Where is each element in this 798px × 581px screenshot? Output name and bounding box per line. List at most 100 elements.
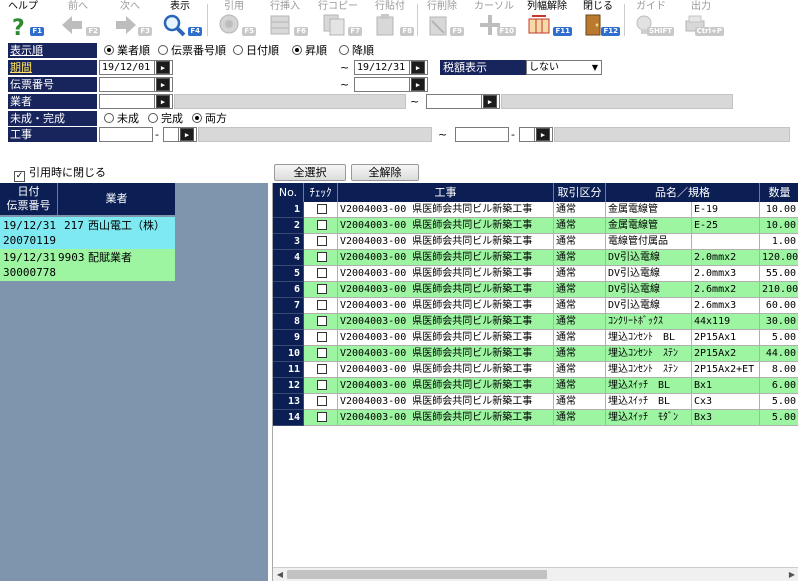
cursor-button[interactable]: カーソル F10 (474, 0, 516, 40)
scroll-right-icon[interactable]: ▶ (785, 568, 798, 581)
row-checkbox[interactable] (316, 396, 327, 406)
row-paste-button[interactable]: 行貼付 F8 (368, 0, 414, 40)
tax-select[interactable]: しない ▼ (526, 60, 602, 75)
row-checkbox[interactable] (316, 204, 327, 214)
table-row[interactable]: 11 V2004003-00 県医師会共同ビル新築工事 通常 埋込ｺﾝｾﾝﾄ ｽﾃﾝ 2… (273, 362, 798, 378)
table-row[interactable]: 2 V2004003-00 県医師会共同ビル新築工事 通常 金属電線管 E-25 10.0… (273, 218, 798, 234)
cell-qty: 6.00 (760, 378, 798, 394)
status-incomplete-label: 未成 (117, 112, 139, 125)
row-checkbox[interactable] (316, 220, 327, 230)
row-checkbox[interactable] (316, 332, 327, 342)
guide-button[interactable]: ガイド SHIFT (630, 0, 674, 40)
slip-to-input[interactable] (354, 77, 410, 92)
row-checkbox[interactable] (316, 284, 327, 294)
select-all-button[interactable]: 全選択 (274, 164, 346, 181)
table-row[interactable]: 5 V2004003-00 県医師会共同ビル新築工事 通常 DV引込電線 2.0mmx3… (273, 266, 798, 282)
status-complete-radio[interactable]: 完成 (148, 112, 183, 125)
construction-from-input[interactable] (99, 127, 153, 142)
table-row[interactable]: 14 V2004003-00 県医師会共同ビル新築工事 通常 埋込ｽｲｯﾁ ﾓﾀﾞﾝ B… (273, 410, 798, 426)
row-checkbox[interactable] (316, 380, 327, 390)
chevron-right-icon[interactable]: ▶ (156, 95, 170, 108)
order-date-radio[interactable]: 日付順 (233, 44, 279, 57)
table-row[interactable]: 13 V2004003-00 県医師会共同ビル新築工事 通常 埋込ｽｲｯﾁ BL Cx3… (273, 394, 798, 410)
checkbox-checked-icon: ✓ (14, 171, 25, 182)
table-row[interactable]: 12 V2004003-00 県医師会共同ビル新築工事 通常 埋込ｽｲｯﾁ BL Bx1… (273, 378, 798, 394)
output-button[interactable]: 出力 Ctrl+P (680, 0, 724, 40)
chevron-right-icon[interactable]: ▶ (536, 128, 550, 141)
order-vendor-label: 業者順 (117, 44, 150, 57)
table-row[interactable]: 1 V2004003-00 県医師会共同ビル新築工事 通常 金属電線管 E-19 10.0… (273, 202, 798, 218)
table-row[interactable]: 6 V2004003-00 県医師会共同ビル新築工事 通常 DV引込電線 2.6mmx2… (273, 282, 798, 298)
table-row[interactable]: 10 V2004003-00 県医師会共同ビル新築工事 通常 埋込ｺﾝｾﾝﾄ ｽﾃﾝ 2… (273, 346, 798, 362)
order-asc-radio[interactable]: 昇順 (292, 44, 327, 57)
order-slip-radio[interactable]: 伝票番号順 (158, 44, 226, 57)
row-insert-fkey: F6 (294, 27, 308, 36)
chevron-right-icon[interactable]: ▶ (411, 61, 425, 74)
status-incomplete-radio[interactable]: 未成 (104, 112, 139, 125)
horizontal-scrollbar[interactable]: ◀ ▶ (273, 567, 798, 581)
construction-to-sub-input[interactable] (519, 127, 535, 142)
display-button[interactable]: 表示 F4 (160, 0, 202, 40)
period-to-input[interactable]: 19/12/31 (354, 60, 410, 75)
radio-circle (192, 113, 202, 123)
table-row[interactable]: 7 V2004003-00 県医師会共同ビル新築工事 通常 DV引込電線 2.6mmx3… (273, 298, 798, 314)
scroll-left-icon[interactable]: ◀ (273, 568, 287, 581)
row-checkbox[interactable] (316, 348, 327, 358)
quote-close-checkbox[interactable]: ✓ 引用時に閉じる (14, 166, 106, 182)
list-item[interactable]: 19/12/31 217 西山電工（株） 20070119 (0, 217, 175, 249)
cell-work: V2004003-00 県医師会共同ビル新築工事 (338, 314, 554, 330)
close-fkey: F12 (601, 27, 620, 36)
row-insert-button[interactable]: 行挿入 F6 (264, 0, 308, 40)
close-button[interactable]: 閉じる F12 (578, 0, 620, 40)
order-desc-radio[interactable]: 降順 (339, 44, 374, 57)
slip-from-input[interactable] (99, 77, 155, 92)
construction-to-input[interactable] (455, 127, 509, 142)
row-checkbox[interactable] (316, 412, 327, 422)
order-vendor-radio[interactable]: 業者順 (104, 44, 150, 57)
chevron-right-icon[interactable]: ▶ (180, 128, 194, 141)
col-qty: 数量 (768, 186, 791, 199)
status-both-radio[interactable]: 両方 (192, 112, 227, 125)
table-row[interactable]: 3 V2004003-00 県医師会共同ビル新築工事 通常 電線管付属品 1.00 (273, 234, 798, 250)
row-checkbox[interactable] (316, 236, 327, 246)
radio-circle (233, 45, 243, 55)
chevron-right-icon[interactable]: ▶ (156, 61, 170, 74)
column-width-button[interactable]: 列幅解除 F11 (524, 0, 572, 40)
construction-tilde: ~ (438, 128, 448, 141)
table-row[interactable]: 8 V2004003-00 県医師会共同ビル新築工事 通常 ｺﾝｸﾘｰﾄﾎﾞｯｸｽ 44… (273, 314, 798, 330)
col-item: 品名／規格 (606, 183, 760, 202)
quote-button[interactable]: 引用 F5 (214, 0, 256, 40)
cell-qty: 30.00 (760, 314, 798, 330)
row-checkbox[interactable] (316, 252, 327, 262)
help-button[interactable]: ヘルプ ? F1 (4, 0, 44, 40)
row-check-cell (304, 394, 338, 410)
cell-work: V2004003-00 県医師会共同ビル新築工事 (338, 250, 554, 266)
period-from-input[interactable]: 19/12/01 (99, 60, 155, 75)
deselect-all-button[interactable]: 全解除 (351, 164, 419, 181)
row-check-cell (304, 362, 338, 378)
construction-from-sub-input[interactable] (163, 127, 179, 142)
row-checkbox[interactable] (316, 268, 327, 278)
table-row[interactable]: 4 V2004003-00 県医師会共同ビル新築工事 通常 DV引込電線 2.0mmx2… (273, 250, 798, 266)
vendor-from-input[interactable] (99, 94, 155, 109)
cell-spec: Bx3 (692, 410, 760, 426)
cell-trade: 通常 (554, 234, 606, 250)
cell-spec: 2P15Ax2 (692, 346, 760, 362)
row-checkbox[interactable] (316, 364, 327, 374)
table-row[interactable]: 9 V2004003-00 県医師会共同ビル新築工事 通常 埋込ｺﾝｾﾝﾄ BL 2P1… (273, 330, 798, 346)
row-checkbox[interactable] (316, 300, 327, 310)
row-copy-button[interactable]: 行コピー F7 (316, 0, 362, 40)
chevron-right-icon[interactable]: ▶ (411, 78, 425, 91)
scrollbar-thumb[interactable] (287, 570, 547, 579)
status-row: 未成・完成 未成 完成 両方 (8, 111, 790, 126)
row-checkbox[interactable] (316, 316, 327, 326)
list-item[interactable]: 19/12/31 9903 配賦業者 30000778 (0, 249, 175, 281)
next-button[interactable]: 次へ F3 (110, 0, 152, 40)
row-delete-button[interactable]: 行削除 F9 (422, 0, 464, 40)
prev-button[interactable]: 前へ F2 (58, 0, 100, 40)
slip-row: 伝票番号 ▶ ~ ▶ (8, 77, 790, 92)
chevron-right-icon[interactable]: ▶ (156, 78, 170, 91)
cell-trade: 通常 (554, 378, 606, 394)
chevron-right-icon[interactable]: ▶ (483, 95, 497, 108)
vendor-to-input[interactable] (426, 94, 482, 109)
